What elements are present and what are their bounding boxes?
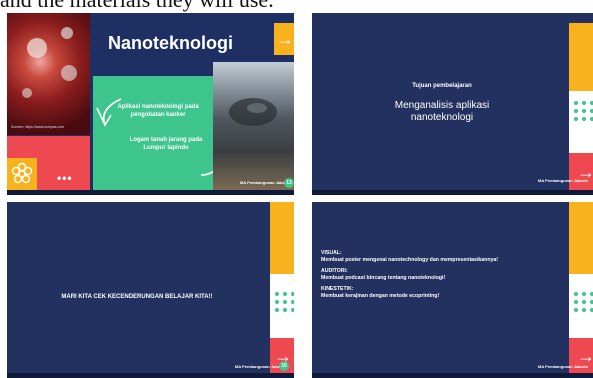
slide-title: MARI KITA CEK KECENDERUNGAN BELAJAR KITA… <box>61 294 213 300</box>
dots-grid-icon <box>574 101 593 121</box>
slide-thumbnail-1[interactable]: Sumber: https://www.kompas.com ••• Nanot… <box>7 13 294 195</box>
image-credit: Sumber: https://www.kompas.com <box>11 125 64 129</box>
auditori-label: AUDITORI: <box>321 268 348 274</box>
signature: MA Pembangunan Jakarta <box>538 364 588 369</box>
learning-styles: VISUAL: Membuat poster mengenai nanotech… <box>321 250 567 300</box>
slide-bottom-bar <box>7 373 294 378</box>
visual-text: Membuat poster mengenai nanotechnology d… <box>321 257 498 263</box>
slide-thumbnail-3[interactable]: → MARI KITA CEK KECENDERUNGAN BELAJAR KI… <box>7 202 294 378</box>
flower-icon <box>11 162 33 184</box>
cancer-cells-image <box>7 13 90 135</box>
caption-text: and the materials they will use. <box>0 0 593 12</box>
mud-texture <box>229 98 277 126</box>
slide-thumbnail-4[interactable]: → VISUAL: Membuat poster mengenai nanote… <box>312 202 593 378</box>
slide-title: Nanoteknologi <box>108 33 233 53</box>
page-badge: 13 <box>284 178 294 188</box>
slide-bottom-bar <box>312 190 593 195</box>
kinestetik-text: Membuat kerajinan dengan metode ecoprint… <box>321 293 440 299</box>
slide-subtitle: Tujuan pembelajaran <box>412 83 472 89</box>
flower-tile <box>7 158 37 190</box>
page-badge: 15 <box>279 361 289 371</box>
dots-grid-icon <box>574 292 593 312</box>
more-dots-icon: ••• <box>57 171 73 185</box>
signature: MA Pembangunan Jakarta <box>538 178 588 183</box>
yellow-block <box>270 202 294 274</box>
dots-grid-icon <box>275 292 294 312</box>
slide-title: Menganalisis aplikasi nanoteknologi <box>394 100 490 123</box>
yellow-block <box>569 202 593 274</box>
auditori-text: Membuat podcast bincang tentang nanotekn… <box>321 275 446 281</box>
callout-cancer: Aplikasi nanoteknologi pada pengobatan k… <box>117 104 199 118</box>
slide-bottom-bar <box>7 190 294 195</box>
arrow-right-icon: → <box>276 29 294 49</box>
signature: MA Pembangunan Jakarta <box>235 364 285 369</box>
slide-bottom-bar <box>312 373 593 378</box>
yellow-block <box>569 23 593 91</box>
slide-thumbnail-2[interactable]: → Tujuan pembelajaran Menganalisis aplik… <box>312 13 593 195</box>
arrow-right-icon: → <box>577 346 593 366</box>
kinestetik-label: KINESTETIK: <box>321 286 354 292</box>
signature: MA Pembangunan Jakarta <box>240 180 290 185</box>
visual-label: VISUAL: <box>321 250 342 256</box>
